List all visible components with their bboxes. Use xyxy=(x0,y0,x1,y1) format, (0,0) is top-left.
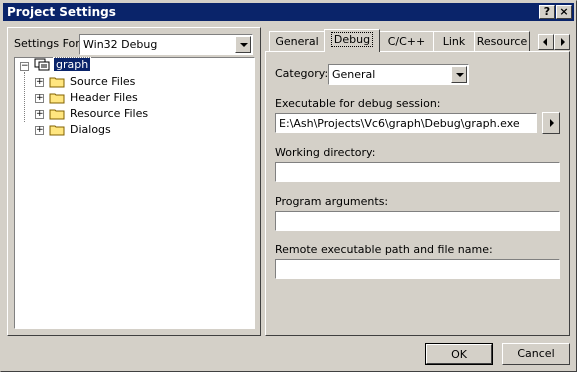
folder-icon xyxy=(49,125,65,136)
tree-item-label: Dialogs xyxy=(70,123,111,136)
folder-icon xyxy=(49,77,65,88)
category-label: Category: xyxy=(275,67,329,80)
help-button[interactable]: ? xyxy=(539,5,555,19)
tree-item-label: Resource Files xyxy=(70,107,149,120)
settings-for-value: Win32 Debug xyxy=(83,38,158,51)
expand-icon[interactable]: + xyxy=(35,94,44,103)
settings-for-label: Settings For: xyxy=(14,37,84,50)
title-bar: Project Settings ? × xyxy=(3,3,574,21)
workdir-label: Working directory: xyxy=(275,146,376,159)
ok-button[interactable]: OK xyxy=(425,343,493,365)
tab-cpp[interactable]: C/C++ xyxy=(379,31,434,51)
project-icon xyxy=(34,58,50,71)
project-settings-window: Project Settings ? × Settings For: Win32… xyxy=(0,0,577,372)
tree-line xyxy=(24,72,25,122)
cancel-button[interactable]: Cancel xyxy=(502,343,570,365)
expand-icon[interactable]: + xyxy=(35,78,44,87)
tab-debug-label: Debug xyxy=(330,32,374,47)
tab-scroll-left-button[interactable] xyxy=(538,34,554,50)
args-input[interactable] xyxy=(275,211,560,231)
exe-browse-button[interactable] xyxy=(542,112,560,134)
tree-root-label: graph xyxy=(52,57,92,72)
project-tree[interactable]: − graph + Source Files + Header Files + … xyxy=(14,57,255,329)
tree-item-label: Header Files xyxy=(70,91,138,104)
category-combo[interactable]: General xyxy=(328,64,469,85)
tab-scroll-right-button[interactable] xyxy=(554,34,570,50)
chevron-down-icon[interactable] xyxy=(235,36,251,53)
left-arrow-icon xyxy=(543,38,547,46)
tab-link[interactable]: Link xyxy=(433,31,475,51)
args-label: Program arguments: xyxy=(275,195,389,208)
right-arrow-icon xyxy=(561,38,565,46)
debug-panel: Category: General Executable for debug s… xyxy=(265,51,570,336)
ok-label: OK xyxy=(451,348,467,361)
tab-debug[interactable]: Debug xyxy=(324,29,380,52)
exe-value: E:\Ash\Projects\Vc6\graph\Debug\graph.ex… xyxy=(279,117,520,130)
folder-icon xyxy=(49,109,65,120)
tab-general[interactable]: General xyxy=(269,31,325,51)
collapse-icon[interactable]: − xyxy=(20,62,29,71)
window-title: Project Settings xyxy=(7,5,116,19)
exe-input[interactable]: E:\Ash\Projects\Vc6\graph\Debug\graph.ex… xyxy=(275,113,537,133)
close-button[interactable]: × xyxy=(556,5,572,19)
exe-label: Executable for debug session: xyxy=(275,97,441,110)
expand-icon[interactable]: + xyxy=(35,110,44,119)
category-value: General xyxy=(332,68,376,81)
ok-button-face: OK xyxy=(426,344,492,364)
remote-input[interactable] xyxy=(275,259,560,279)
workdir-input[interactable] xyxy=(275,162,560,182)
settings-for-combo[interactable]: Win32 Debug xyxy=(79,34,253,55)
remote-label: Remote executable path and file name: xyxy=(275,243,493,256)
right-arrow-icon xyxy=(550,119,554,127)
expand-icon[interactable]: + xyxy=(35,126,44,135)
tab-resource[interactable]: Resource xyxy=(474,31,530,51)
folder-icon xyxy=(49,93,65,104)
tree-item-label: Source Files xyxy=(70,75,136,88)
left-panel: Settings For: Win32 Debug − graph + Sour… xyxy=(7,27,261,336)
chevron-down-icon[interactable] xyxy=(451,66,467,83)
